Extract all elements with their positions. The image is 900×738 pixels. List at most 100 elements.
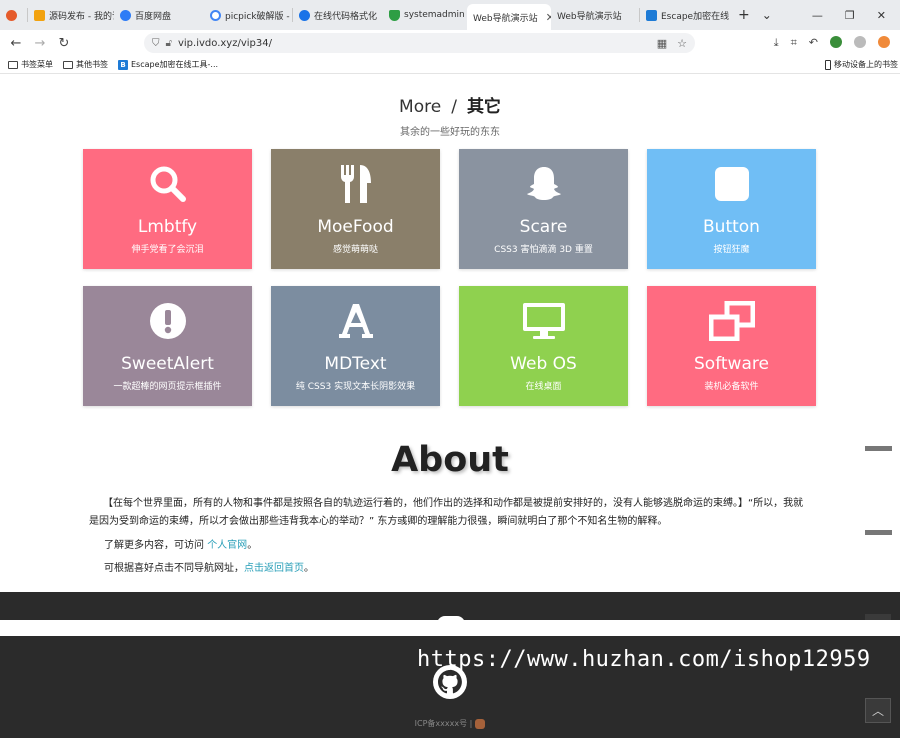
chevron-up-icon: ︿ [871,704,884,718]
about-more-suffix: 。 [247,540,258,551]
bookmark-other[interactable]: 其他书签 [63,59,108,70]
github-icon-top [437,616,465,624]
font-icon [271,298,440,344]
escape-icon [646,9,657,21]
tab-label: systemadmin [404,10,465,20]
watermark-text: https://www.huzhan.com/ishop12959 [417,647,871,672]
firefox-icon [6,9,17,21]
tab-label: Escape加密在线 [661,11,730,22]
bookmark-menu[interactable]: 书签菜单 [8,59,53,70]
forward-arrow-icon[interactable]: → [28,36,52,51]
tab-label: 源码发布 - 我的订 [49,11,114,22]
back-home-link[interactable]: 点击返回首页 [244,563,304,574]
card-grid: Lmbtfy 伸手党看了会沉泪 MoeFood 感觉萌萌哒 Scare CSS3… [83,149,818,406]
baidu-pan-icon [120,9,131,21]
plus-icon: + [738,7,750,23]
qr-code-icon[interactable]: ▦ [657,37,667,50]
police-badge-icon [475,718,486,729]
card-mdtext[interactable]: MDText 纯 CSS3 实现文本长阴影效果 [271,286,440,406]
bookmarks-bar: 书签菜单 其他书签 B Escape加密在线工具-... 移动设备上的书签 [0,56,900,74]
crop-icon[interactable]: ⌗ [791,36,797,50]
alert-icon [83,298,252,344]
bookmark-mobile[interactable]: 移动设备上的书签 [825,59,900,70]
card-name: Scare [519,217,568,237]
tab-source-publish[interactable]: 源码发布 - 我的订 [28,0,114,30]
side-handle-top[interactable] [865,446,892,451]
tab-systemadmin[interactable]: systemadmin [383,0,467,30]
about-nav-prefix: 可根据喜好点击不同导航网址， [104,563,244,574]
tab-baidu-pan[interactable]: 百度网盘 [114,0,204,30]
phone-icon [825,59,831,70]
bookmark-label: 书签菜单 [21,60,53,69]
download-icon[interactable]: ⤓ [774,36,779,50]
card-name: Lmbtfy [137,217,198,237]
star-icon[interactable]: ☆ [677,37,687,50]
about-nav-suffix: 。 [304,563,314,574]
card-sweetalert[interactable]: SweetAlert 一款超棒的网页提示框插件 [83,286,252,406]
windows-icon [647,298,816,344]
square-icon [647,161,816,207]
restore-icon[interactable]: ❐ [845,9,855,22]
back-to-top-button[interactable]: ︿ [865,698,891,723]
card-desc: 伸手党看了会沉泪 [131,245,204,255]
tab-web-nav-active[interactable]: Web导航演示站 ✕ [467,4,551,30]
tab-web-nav[interactable]: Web导航演示站 [551,0,639,30]
desktop-icon [459,298,628,344]
close-window-icon[interactable]: ✕ [877,9,886,22]
section-title-en: More [399,97,442,117]
url-text[interactable]: vip.ivdo.xyz/vip34/ [178,38,272,49]
folder-icon [8,60,18,69]
about-paragraph: 【在每个世界里面，所有的人物和事件都是按照各自的轨迹运行着的，他们作出的选择和动… [89,498,804,527]
card-name: Button [703,217,760,237]
window-controls: — ❐ ✕ [812,9,900,22]
icp-text[interactable]: ICP备xxxxx号 | [415,719,473,728]
tab-label: Web导航演示站 [557,11,622,22]
personal-site-link[interactable]: 个人官网 [207,540,247,551]
card-desc: 一款超棒的网页提示框插件 [113,382,222,392]
icp-record: ICP备xxxxx号 | [0,718,900,729]
side-handle-bottom[interactable] [865,530,892,535]
card-moefood[interactable]: MoeFood 感觉萌萌哒 [271,149,440,269]
tab-picpick[interactable]: picpick破解版 - [204,0,292,30]
minimize-icon[interactable]: — [812,9,823,22]
card-scare[interactable]: Scare CSS3 害怕滴滴 3D 重置 [459,149,628,269]
bookmark-escape[interactable]: B Escape加密在线工具-... [118,59,218,70]
ghost-icon [459,161,628,207]
back-arrow-icon[interactable]: ← [4,36,28,51]
bookmark-label: 其他书签 [76,60,108,69]
toolbar-extensions: ⤓ ⌗ ↶ [774,36,890,50]
new-tab-button[interactable]: + [732,0,756,30]
extension-icon[interactable] [830,36,842,48]
card-name: Software [694,354,769,374]
tab-list-button[interactable]: ⌄ [756,0,778,30]
card-desc: CSS3 害怕滴滴 3D 重置 [494,245,593,255]
tab-label: 在线代码格式化 [314,11,378,22]
card-name: Web OS [510,354,577,374]
about-title: About [391,440,509,480]
card-webos[interactable]: Web OS 在线桌面 [459,286,628,406]
profile-icon[interactable] [878,36,890,48]
tab-escape[interactable]: Escape加密在线 [640,0,732,30]
tab-label: picpick破解版 - [225,11,290,22]
insecure-lock-icon[interactable]: 🔓︎ [166,38,172,49]
browser-tab-bar: 源码发布 - 我的订 百度网盘 picpick破解版 - 在线代码格式化 sys… [0,0,900,30]
shield-icon[interactable]: ⛉ [152,38,160,49]
card-desc: 纯 CSS3 实现文本长阴影效果 [295,382,416,392]
account-icon[interactable] [854,36,866,48]
about-more-prefix: 了解更多内容，可访问 [104,540,208,551]
tab-firefox-menu[interactable] [0,0,27,30]
tab-code-format[interactable]: 在线代码格式化 [293,0,383,30]
escape-icon: B [118,59,128,70]
card-button[interactable]: Button 按钮狂魔 [647,149,816,269]
undo-icon[interactable]: ↶ [809,36,818,50]
card-lmbtfy[interactable]: Lmbtfy 伸手党看了会沉泪 [83,149,252,269]
page-content: More / 其它 其余的一些好玩的东东 Lmbtfy 伸手党看了会沉泪 MoeFo… [0,75,900,738]
card-name: MoeFood [317,217,394,237]
tab-favicon-icon [299,9,310,21]
reload-icon[interactable]: ↻ [52,36,76,51]
card-software[interactable]: Software 装机必备软件 [647,286,816,406]
card-name: SweetAlert [121,354,214,374]
google-icon [210,9,221,21]
about-more-line: 了解更多内容，可访问 个人官网。 [104,536,257,551]
url-bar[interactable]: ⛉ 🔓︎ vip.ivdo.xyz/vip34/ ▦ ☆ [144,33,695,53]
